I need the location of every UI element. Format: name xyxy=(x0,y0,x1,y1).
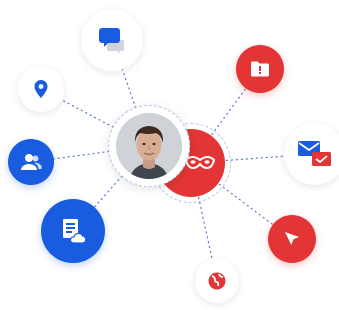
cloud-document-icon xyxy=(63,219,87,244)
mail-node[interactable] xyxy=(284,123,339,185)
incognito-mask-icon xyxy=(184,156,216,170)
location-node[interactable] xyxy=(18,66,64,112)
chat-node[interactable] xyxy=(81,9,143,71)
contacts-node[interactable] xyxy=(8,139,54,185)
user-avatar-photo xyxy=(116,113,182,179)
map-pin-icon xyxy=(34,80,48,98)
globe-icon xyxy=(208,272,226,290)
alert-folder-node[interactable] xyxy=(236,45,284,93)
cursor-arrow-icon xyxy=(285,232,299,245)
document-node[interactable] xyxy=(41,199,105,263)
globe-node[interactable] xyxy=(195,259,239,303)
network-graph xyxy=(0,0,339,310)
send-node[interactable] xyxy=(268,215,316,263)
chat-bubbles-icon xyxy=(99,28,124,54)
avatar[interactable] xyxy=(116,113,182,179)
alert-folder-icon xyxy=(251,61,269,77)
contacts-icon xyxy=(21,154,42,170)
mail-check-icon xyxy=(298,141,331,166)
